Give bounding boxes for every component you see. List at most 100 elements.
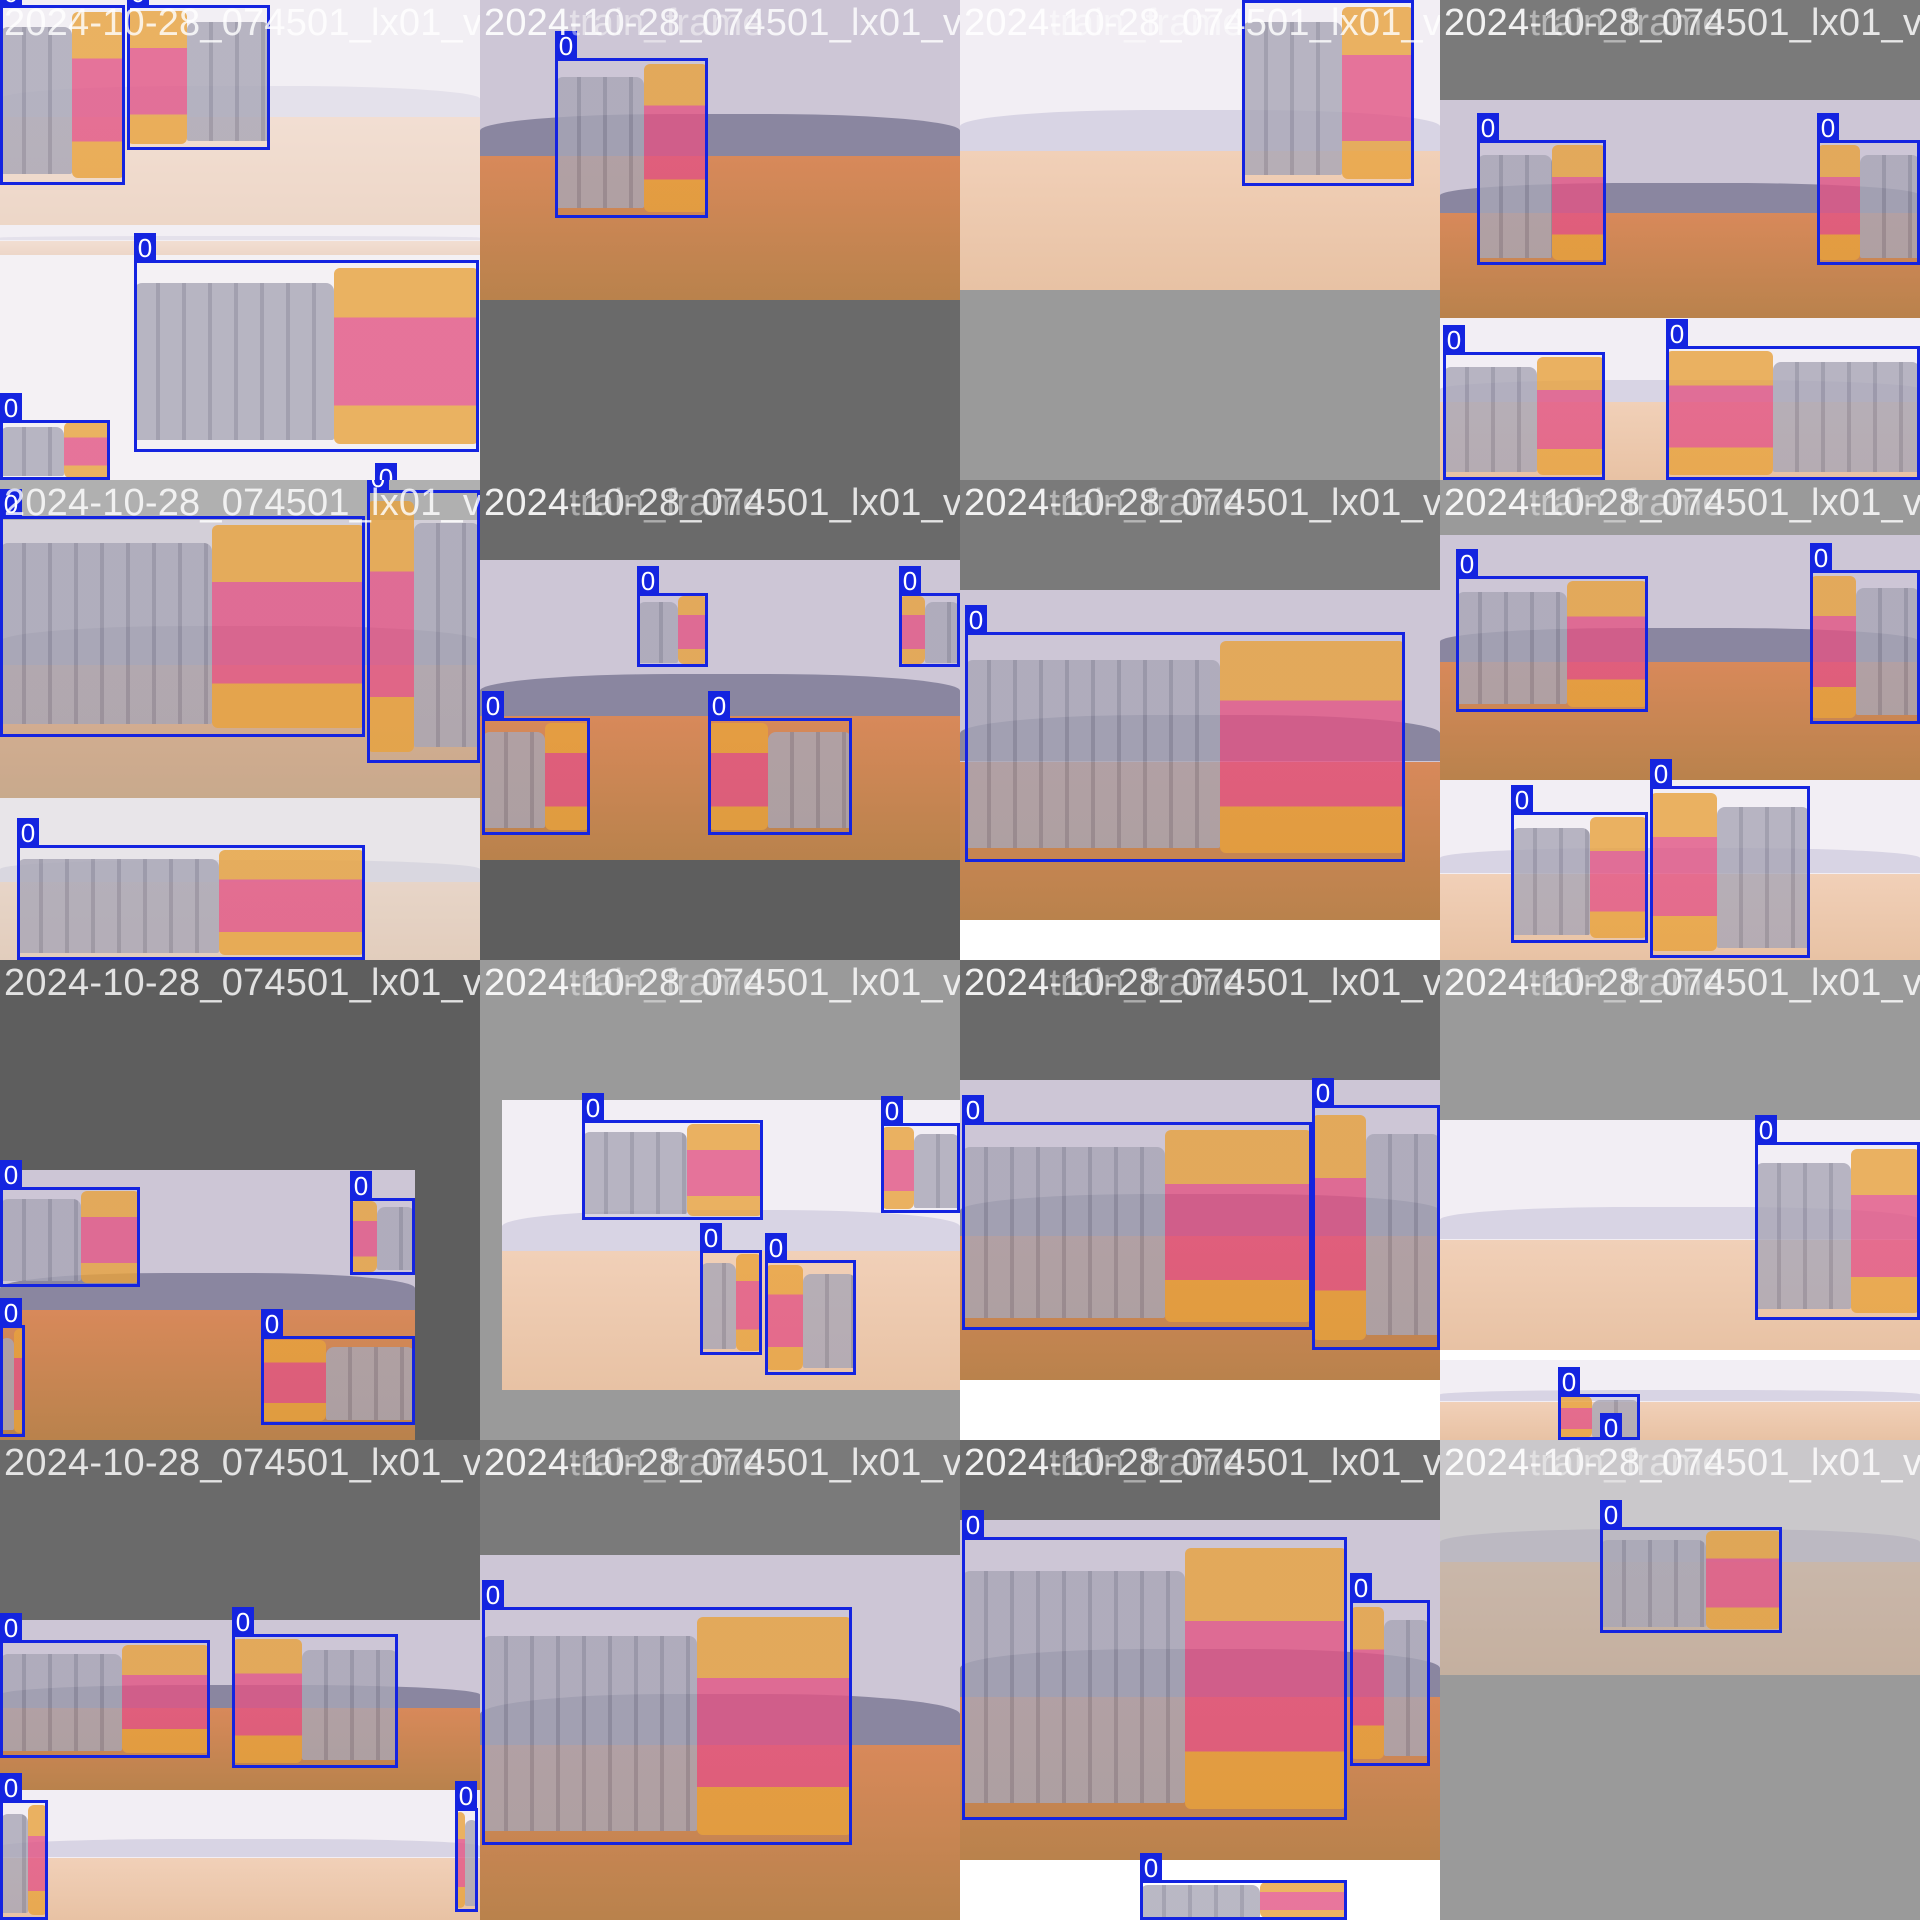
mosaic-tile-r1c3: 02024-10-28_074501_lx01_vi2024train_fram… [960, 0, 1440, 480]
bounding-box: 0 [962, 1510, 1347, 1820]
class-label: 0 [1140, 1853, 1162, 1883]
bounding-box: 0 [232, 1607, 398, 1768]
bounding-box: 0 [899, 566, 960, 667]
class-label: 0 [0, 1613, 22, 1643]
bounding-box: 0 [1755, 1115, 1920, 1320]
overlay-caption: 2024train_frame [964, 482, 1244, 524]
class-label: 0 [1350, 1573, 1372, 1603]
class-label: 0 [0, 1773, 22, 1803]
class-label: 0 [1666, 319, 1688, 349]
grass-field [0, 241, 480, 255]
bounding-box: 0 [1443, 325, 1605, 480]
class-label: 0 [582, 1093, 604, 1123]
bounding-box: 0 [482, 691, 590, 835]
bounding-box: 0 [134, 233, 479, 452]
class-label: 0 [482, 1580, 504, 1610]
class-label: 0 [0, 393, 22, 423]
mosaic-tile-r3c2: 0 0 0 0 2024-10-28_074501_lx01_vi 2024train_f… [480, 960, 960, 1440]
overlay-caption: 2024train_frame [1444, 962, 1724, 1004]
bounding-box: 0 [0, 1298, 25, 1437]
treeline [0, 1839, 480, 1857]
overlay-caption: 2024train_frame [484, 2, 764, 44]
overlay-caption: 2024train_frame [964, 2, 1244, 44]
bounding-box: 0 [1312, 1078, 1440, 1350]
bounding-box: 0 [1817, 113, 1920, 265]
scene-image [0, 1790, 480, 1920]
overlay-caption: 2024train_frame [484, 962, 764, 1004]
class-label: 0 [232, 1607, 254, 1637]
mosaic-tile-r2c2: 0 0 0 0 2024-10-28_074501_lx01_vi 2024train_f… [480, 480, 960, 960]
bounding-box: 0 [1477, 113, 1606, 265]
mosaic-tile-r4c4: 0 2024-10-28_074501_lx01_vi 2024train_fram… [1440, 1440, 1920, 1920]
class-label: 0 [1312, 1078, 1334, 1108]
mosaic-tile-r3c4: 0 0 0 2024-10-28_074501_lx01_vi 2024train_fr… [1440, 960, 1920, 1440]
mosaic-tile-r1c2: 0 2024-10-28_074501_lx01_vi 2024train_fram… [480, 0, 960, 480]
class-label: 0 [1477, 113, 1499, 143]
class-label: 0 [637, 566, 659, 596]
bounding-box: 0 [582, 1093, 763, 1220]
image-filename: 2024-10-28_074501_lx01_vi [4, 1442, 480, 1484]
grass-field [0, 1858, 480, 1920]
bounding-box: 0 [555, 31, 708, 218]
bounding-box: 0 [1810, 543, 1920, 724]
scene-image [0, 225, 480, 255]
class-label: 0 [1558, 1367, 1580, 1397]
overlay-caption: 2024train_frame [1444, 482, 1724, 524]
treeline [480, 114, 960, 156]
mosaic-tile-r1c1: 000002024-10-28_074501_lx01_vi [0, 0, 480, 480]
class-label: 0 [1511, 785, 1533, 815]
bounding-box: 0 [881, 1096, 960, 1213]
mosaic-tile-r4c2: 0 2024-10-28_074501_lx01_vi 2024train_fram… [480, 1440, 960, 1920]
class-label: 0 [482, 691, 504, 721]
bounding-box: 0 [367, 480, 480, 763]
bounding-box: 0 [962, 1095, 1312, 1330]
mosaic-tile-r4c3: 0 0 0 2024-10-28_074501_lx01_vi 2024train_fr… [960, 1440, 1440, 1920]
bounding-box: 0 [1558, 1367, 1640, 1440]
bounding-box: 0 [0, 1160, 140, 1287]
bounding-box: 0 [1666, 319, 1920, 480]
bounding-box: 0 [455, 1781, 478, 1912]
class-label: 0 [700, 1223, 722, 1253]
image-filename: 2024-10-28_074501_lx01_vi [4, 2, 480, 44]
class-label: 0 [1817, 113, 1839, 143]
overlay-caption: 2024train_frame [484, 1442, 764, 1484]
class-label: 0 [0, 1160, 22, 1190]
grass-field [480, 156, 960, 300]
bounding-box: 0 [708, 691, 852, 835]
bounding-box: 0 [1650, 759, 1810, 958]
bounding-box: 0 [482, 1580, 852, 1845]
class-label: 0 [0, 1298, 22, 1328]
mosaic-tile-r3c1: 0 0 0 0 2024-10-28_074501_lx01_vi [0, 960, 480, 1440]
overlay-caption: 2024train_frame [964, 962, 1244, 1004]
class-label: 0 [261, 1309, 283, 1339]
class-label: 0 [1810, 543, 1832, 573]
class-label: 0 [765, 1233, 787, 1263]
treeline [1440, 1390, 1920, 1401]
class-label: 0 [375, 463, 397, 480]
class-label: 0 [1456, 549, 1478, 579]
class-label: 0 [1755, 1115, 1777, 1145]
bounding-box: 0 [0, 393, 110, 480]
bounding-box: 0 [1350, 1573, 1430, 1766]
class-label: 0 [1650, 759, 1672, 789]
class-label: 0 [134, 233, 156, 263]
grass-field [1440, 1402, 1920, 1440]
bounding-box: 0 [0, 1773, 48, 1920]
bounding-box: 0 [1140, 1853, 1347, 1920]
class-label: 0 [455, 1781, 477, 1811]
mosaic-grid: 000002024-10-28_074501_lx01_vi02024-10-2… [0, 0, 1920, 1920]
overlay-caption: 2024train_frame [484, 482, 764, 524]
class-label: 0 [17, 818, 39, 848]
bounding-box: 0 [637, 566, 708, 667]
class-label: 0 [350, 1171, 372, 1201]
bounding-box: 0 [17, 818, 365, 960]
mosaic-tile-r1c4: 0 0 0 0 2024-10-28_074501_lx01_vi 2024train_f… [1440, 0, 1920, 480]
bounding-box: 0 [765, 1233, 856, 1375]
overlay-caption: 2024train_frame [1444, 1442, 1724, 1484]
class-label: 0 [1600, 1413, 1622, 1440]
image-filename: 2024-10-28_074501_lx01_vi [4, 482, 480, 524]
class-label: 0 [881, 1096, 903, 1126]
image-filename: 2024-10-28_074501_lx01_vi [4, 962, 480, 1004]
bounding-box: 0 [965, 605, 1405, 862]
bounding-box: 0 [261, 1309, 415, 1425]
